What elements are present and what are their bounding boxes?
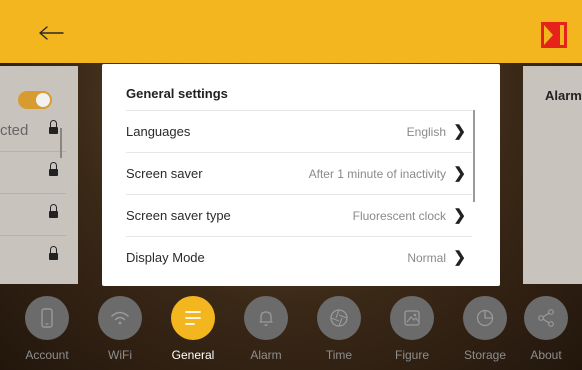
nav-icon-circle — [463, 296, 507, 340]
languages-row[interactable]: Languages English ❯ — [126, 110, 472, 152]
display-mode-row[interactable]: Display Mode Normal ❯ — [126, 236, 472, 278]
general-settings-dialog: General settings Languages English ❯ Scr… — [102, 64, 500, 286]
back-button[interactable] — [34, 18, 68, 48]
nav-item-general[interactable]: General — [157, 292, 229, 370]
nav-icon-circle — [390, 296, 434, 340]
kodak-logo — [541, 22, 567, 48]
list-item[interactable] — [0, 236, 66, 278]
screen-saver-type-row[interactable]: Screen saver type Fluorescent clock ❯ — [126, 194, 472, 236]
nav-item-about[interactable]: About — [510, 292, 582, 370]
toggle-switch[interactable] — [18, 91, 52, 109]
nav-label: Alarm — [250, 348, 282, 362]
nav-icon-circle — [98, 296, 142, 340]
row-label: Screen saver type — [126, 208, 231, 223]
lock-icon — [49, 162, 58, 177]
nav-icon-circle — [244, 296, 288, 340]
share-icon — [538, 309, 554, 327]
lock-icon — [49, 246, 58, 261]
nav-item-figure[interactable]: Figure — [376, 292, 448, 370]
nav-item-account[interactable]: Account — [11, 292, 83, 370]
chevron-right-icon: ❯ — [453, 123, 466, 140]
nav-label: Time — [325, 348, 353, 362]
row-label: Display Mode — [126, 250, 205, 265]
row-value: After 1 minute of inactivity — [308, 167, 446, 181]
row-label: Screen saver — [126, 166, 203, 181]
row-label: Languages — [126, 124, 191, 139]
nav-item-time[interactable]: Time — [303, 292, 375, 370]
chevron-right-icon: ❯ — [453, 249, 466, 266]
wifi-icon — [111, 311, 129, 325]
nav-label: WiFi — [108, 348, 132, 362]
top-bar — [0, 0, 582, 63]
pie-chart-icon — [476, 309, 494, 327]
nav-label: General — [171, 348, 215, 362]
row-value: English — [406, 125, 446, 139]
nav-icon-circle — [524, 296, 568, 340]
list-item[interactable]: cted — [0, 110, 66, 152]
dialog-scrollbar[interactable] — [473, 110, 475, 202]
nav-label: Account — [25, 348, 69, 362]
screen-saver-row[interactable]: Screen saver After 1 minute of inactivit… — [126, 152, 472, 194]
nav-item-wifi[interactable]: WiFi — [84, 292, 156, 370]
right-panel: Alarm — [523, 66, 582, 284]
image-icon — [404, 310, 420, 326]
nav-item-alarm[interactable]: Alarm — [230, 292, 302, 370]
nav-icon-circle — [171, 296, 215, 340]
list-item-label: cted — [0, 122, 29, 139]
lock-icon — [49, 120, 58, 135]
nav-icon-circle — [25, 296, 69, 340]
left-panel: cted — [0, 66, 78, 284]
chevron-right-icon: ❯ — [453, 207, 466, 224]
back-arrow-icon — [39, 26, 64, 40]
aperture-icon — [330, 309, 348, 327]
nav-label: Figure — [394, 348, 429, 362]
dialog-title: General settings — [126, 86, 228, 101]
bell-icon — [259, 311, 273, 326]
menu-lines-icon — [185, 311, 201, 325]
list-item[interactable] — [0, 194, 66, 236]
row-value: Fluorescent clock — [352, 209, 446, 223]
list-item[interactable] — [0, 152, 66, 194]
lock-icon — [49, 204, 58, 219]
phone-icon — [41, 308, 53, 328]
bottom-nav: Account WiFi General Alarm Time Figure S… — [0, 292, 582, 370]
nav-icon-circle — [317, 296, 361, 340]
row-value: Normal — [407, 251, 446, 265]
panel-title: Alarm — [545, 88, 582, 103]
nav-label: About — [530, 348, 562, 362]
chevron-right-icon: ❯ — [453, 165, 466, 182]
